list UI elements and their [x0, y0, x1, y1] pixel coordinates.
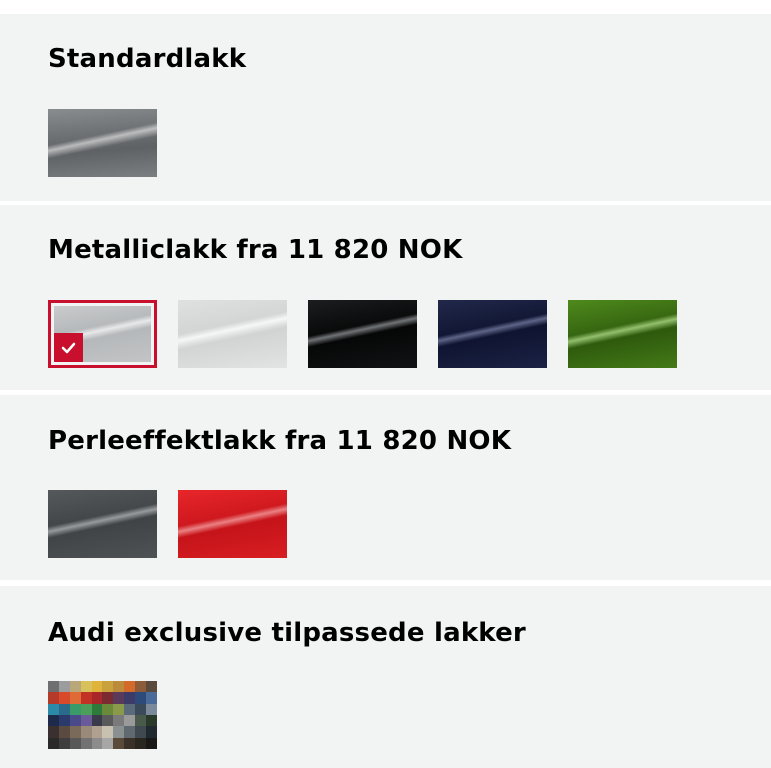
palette-cell: [124, 692, 136, 704]
color-swatch-silver-selected[interactable]: [48, 300, 157, 368]
color-swatch-navy-blue[interactable]: [438, 300, 547, 368]
palette-cell: [135, 703, 147, 715]
palette-cell: [124, 737, 136, 749]
palette-cell: [91, 703, 103, 715]
color-swatch-dark-grey-pearl[interactable]: [48, 490, 157, 558]
palette-cell: [80, 703, 92, 715]
color-swatch-green[interactable]: [568, 300, 677, 368]
palette-cell: [69, 737, 81, 749]
palette-cell: [48, 703, 59, 715]
palette-cell: [69, 681, 81, 693]
palette-cell: [69, 726, 81, 738]
palette-cell: [102, 681, 114, 693]
section-title-standard: Standardlakk: [48, 44, 247, 74]
palette-cell: [80, 714, 92, 727]
palette-cell: [124, 714, 136, 727]
palette-cell: [135, 714, 147, 727]
palette-cell: [48, 737, 59, 749]
palette-cell: [58, 703, 70, 715]
standard-paint-section: Standardlakk: [0, 14, 771, 201]
section-title-pearl: Perleeffektlakk fra 11 820 NOK: [48, 426, 512, 456]
palette-cell: [135, 737, 147, 749]
palette-cell: [48, 692, 59, 704]
section-title-metallic: Metalliclakk fra 11 820 NOK: [48, 235, 463, 265]
palette-cell: [58, 714, 70, 727]
palette-cell: [58, 726, 70, 738]
palette-cell: [80, 692, 92, 704]
palette-cell: [48, 681, 59, 693]
palette-cell: [91, 737, 103, 749]
palette-cell: [102, 692, 114, 704]
palette-cell: [146, 714, 157, 727]
palette-cell: [102, 714, 114, 727]
palette-cell: [69, 692, 81, 704]
metallic-paint-section: Metalliclakk fra 11 820 NOK: [0, 205, 771, 390]
palette-cell: [91, 692, 103, 704]
palette-cell: [146, 737, 157, 749]
palette-cell: [91, 681, 103, 693]
palette-cell: [113, 681, 125, 693]
palette-cell: [113, 737, 125, 749]
section-title-exclusive: Audi exclusive tilpassede lakker: [48, 618, 526, 648]
palette-cell: [113, 703, 125, 715]
palette-cell: [146, 703, 157, 715]
exclusive-palette-grid: [48, 681, 157, 749]
exclusive-paint-section: Audi exclusive tilpassede lakker: [0, 586, 771, 768]
color-swatch-glacier-white[interactable]: [178, 300, 287, 368]
palette-cell: [113, 726, 125, 738]
color-swatch-standard-grey[interactable]: [48, 109, 157, 177]
swatch-gloss: [308, 300, 417, 368]
checkmark-icon: [54, 333, 83, 362]
swatch-gloss: [568, 300, 677, 368]
palette-cell: [48, 726, 59, 738]
palette-cell: [113, 692, 125, 704]
palette-cell: [69, 703, 81, 715]
palette-cell: [80, 737, 92, 749]
swatch-gloss: [438, 300, 547, 368]
palette-cell: [102, 703, 114, 715]
pearl-paint-section: Perleeffektlakk fra 11 820 NOK: [0, 395, 771, 580]
palette-cell: [80, 681, 92, 693]
palette-cell: [146, 681, 157, 693]
palette-cell: [102, 726, 114, 738]
palette-cell: [91, 714, 103, 727]
palette-cell: [113, 714, 125, 727]
palette-cell: [124, 726, 136, 738]
palette-cell: [102, 737, 114, 749]
color-swatch-exclusive-palette[interactable]: [48, 681, 157, 749]
palette-cell: [48, 714, 59, 727]
palette-cell: [58, 737, 70, 749]
swatch-gloss: [48, 109, 157, 177]
palette-cell: [135, 726, 147, 738]
color-swatch-red-pearl[interactable]: [178, 490, 287, 558]
color-swatch-black[interactable]: [308, 300, 417, 368]
palette-cell: [135, 681, 147, 693]
palette-cell: [69, 714, 81, 727]
swatch-gloss: [48, 490, 157, 558]
swatch-gloss: [178, 300, 287, 368]
palette-cell: [58, 692, 70, 704]
palette-cell: [146, 692, 157, 704]
palette-cell: [124, 703, 136, 715]
palette-cell: [124, 681, 136, 693]
palette-cell: [135, 692, 147, 704]
palette-cell: [80, 726, 92, 738]
palette-cell: [91, 726, 103, 738]
swatch-gloss: [178, 490, 287, 558]
paint-selection-page: Standardlakk Metalliclakk fra 11 820 NOK: [0, 0, 771, 768]
palette-cell: [146, 726, 157, 738]
palette-cell: [58, 681, 70, 693]
